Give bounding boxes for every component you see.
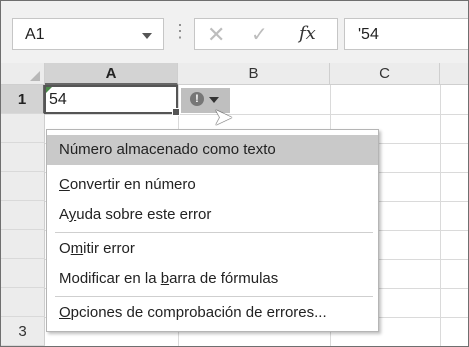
menu-item-edit-in-formula-bar[interactable]: Modificar en la barra de fórmulas — [47, 264, 378, 294]
warning-icon: ! — [190, 92, 204, 106]
cell-a1-value: 54 — [49, 91, 67, 108]
menu-separator — [55, 232, 373, 233]
menu-text: A — [59, 206, 69, 223]
menu-header-number-stored-as-text: Número almacenado como texto — [47, 135, 378, 165]
row-header-2[interactable] — [1, 114, 45, 143]
formula-value: '54 — [358, 26, 379, 43]
accelerator-key: C — [59, 176, 70, 193]
column-header-c[interactable]: C — [330, 63, 440, 85]
row-header-8[interactable] — [1, 288, 45, 317]
select-all-triangle-icon — [30, 71, 40, 81]
row-header-4[interactable] — [1, 172, 45, 201]
name-box[interactable]: A1 — [12, 18, 164, 50]
mouse-pointer-icon: ➤ — [213, 104, 234, 131]
gridline — [440, 85, 441, 346]
menu-text: uda sobre este error — [76, 206, 212, 223]
menu-separator — [55, 296, 373, 297]
menu-text: arra de fórmulas — [169, 270, 279, 287]
row-header-partial[interactable]: 3 — [1, 317, 45, 346]
excel-window: A1 ⋮ ✕ ✓ fx '54 A B C 1 3 54 ! ➤ Número … — [0, 0, 469, 347]
select-all-button[interactable] — [1, 63, 45, 85]
formula-bar-grip[interactable]: ⋮ — [171, 21, 190, 42]
enter-icon[interactable]: ✓ — [251, 22, 268, 47]
formula-bar-area: A1 ⋮ ✕ ✓ fx '54 — [1, 1, 468, 63]
chevron-down-icon[interactable] — [142, 33, 152, 39]
menu-item-ignore-error[interactable]: Omitir error — [47, 234, 378, 264]
menu-item-error-checking-options[interactable]: Opciones de comprobación de errores... — [47, 298, 378, 328]
row-header-3[interactable] — [1, 143, 45, 172]
insert-function-icon[interactable]: fx — [299, 23, 316, 44]
menu-item-convert-to-number[interactable]: Convertir en número — [47, 170, 378, 200]
accelerator-key: O — [59, 304, 71, 321]
column-header-d-partial[interactable] — [440, 63, 468, 85]
formula-input[interactable]: '54 — [344, 18, 468, 50]
menu-text: itir error — [83, 240, 135, 257]
row-header-6[interactable] — [1, 230, 45, 259]
row-header-5[interactable] — [1, 201, 45, 230]
menu-text: pciones de comprobación de errores... — [70, 304, 327, 321]
fill-handle[interactable] — [172, 108, 180, 116]
menu-item-help-on-error[interactable]: Ayuda sobre este error — [47, 200, 378, 230]
row-header-7[interactable] — [1, 259, 45, 288]
column-header-b[interactable]: B — [178, 63, 330, 85]
column-header-a[interactable]: A — [45, 63, 178, 85]
accelerator-key: m — [70, 240, 84, 257]
cell-a1[interactable]: 54 — [44, 85, 180, 116]
menu-text: onvertir en número — [69, 176, 196, 193]
accelerator-key: b — [160, 270, 170, 287]
row-header-1[interactable]: 1 — [1, 85, 45, 114]
error-options-menu: Número almacenado como texto Convertir e… — [46, 129, 379, 332]
menu-text: O — [59, 240, 71, 257]
menu-text: Modificar en la — [59, 270, 161, 287]
cancel-icon[interactable]: ✕ — [207, 22, 225, 48]
gridline — [45, 114, 468, 115]
name-box-value: A1 — [25, 26, 45, 43]
formula-buttons: ✕ ✓ fx — [194, 18, 338, 50]
